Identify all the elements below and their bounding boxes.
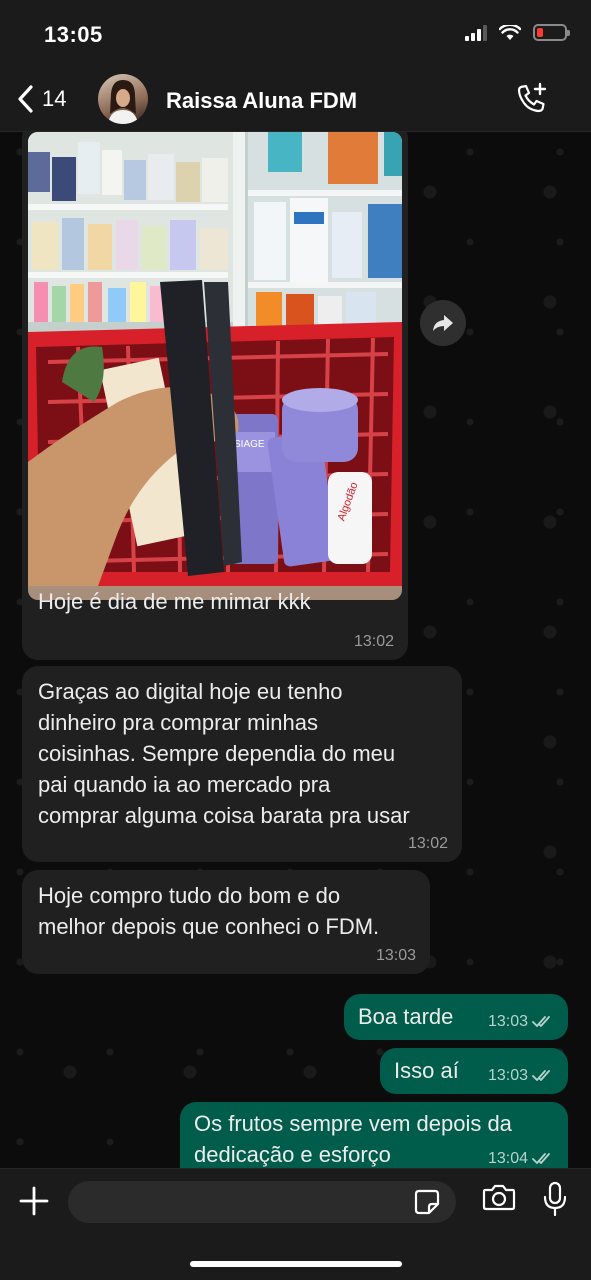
cellular-signal-icon — [465, 24, 487, 41]
message-time-status: 13:04 — [488, 1150, 554, 1168]
chat-header: 14 Raissa Aluna FDM — [0, 70, 591, 132]
avatar-photo — [108, 80, 138, 124]
image-caption: Hoje é dia de me mimar kkk — [38, 589, 311, 614]
message-line: Os frutos sempre vem depois da — [194, 1111, 512, 1136]
voice-message-button[interactable] — [542, 1181, 568, 1222]
read-ticks-icon — [532, 1070, 550, 1081]
avatar[interactable] — [98, 74, 148, 124]
camera-icon — [482, 1184, 516, 1211]
message-line: dedicação e esforço — [194, 1142, 391, 1167]
message-body: Hoje compro tudo do bom e do melhor depo… — [38, 880, 379, 942]
phone-add-icon — [517, 82, 547, 113]
chevron-left-icon — [18, 85, 33, 113]
status-time: 13:05 — [44, 22, 103, 47]
back-button[interactable]: 14 — [16, 84, 66, 114]
product-label-siage: SIAGE — [234, 439, 265, 450]
message-text: Isso aí — [394, 1058, 459, 1083]
sent-message[interactable]: Boa tarde 13:03 — [344, 994, 568, 1040]
message-line: coisinhas. Sempre dependia do meu — [38, 741, 396, 766]
message-time: 13:02 — [407, 835, 448, 852]
message-time-status: 13:03 — [488, 1067, 554, 1085]
image-message[interactable]: SIAGE Algodão Hoje é dia de me mimar kkk… — [22, 132, 408, 660]
message-input-wrapper — [68, 1181, 456, 1223]
sticker-icon — [414, 1189, 440, 1215]
add-call-button[interactable] — [515, 82, 549, 121]
message-line: dinheiro pra comprar minhas — [38, 710, 319, 735]
sticker-button[interactable] — [414, 1189, 440, 1220]
unread-count: 14 — [42, 86, 67, 111]
message-input[interactable] — [68, 1181, 398, 1223]
forward-button[interactable] — [420, 300, 466, 346]
attach-button[interactable] — [18, 1185, 50, 1222]
message-time: 13:03 — [375, 947, 416, 964]
message-line: Graças ao digital hoje eu tenho — [38, 679, 343, 704]
contact-name[interactable]: Raissa Aluna FDM — [166, 88, 357, 114]
read-ticks-icon — [532, 1016, 550, 1027]
shopping-photo: SIAGE Algodão — [28, 132, 402, 586]
camera-button[interactable] — [482, 1183, 516, 1216]
sent-message[interactable]: Isso aí 13:03 — [380, 1048, 568, 1094]
status-bar: 13:05 — [0, 0, 591, 70]
battery-icon — [533, 24, 570, 41]
message-body: Os frutos sempre vem depois da dedicação… — [194, 1108, 512, 1168]
wifi-icon — [499, 24, 521, 40]
message-text: Boa tarde — [358, 1004, 454, 1029]
message-line: Hoje compro tudo do bom e do — [38, 883, 341, 908]
message-time: 13:02 — [353, 633, 394, 650]
message-time: 13:03 — [487, 1013, 528, 1030]
forward-icon — [433, 315, 453, 331]
message-time: 13:04 — [487, 1150, 528, 1167]
text-message[interactable]: Hoje compro tudo do bom e do melhor depo… — [22, 870, 430, 974]
message-time-status: 13:03 — [488, 1013, 554, 1031]
message-line: pai quando ia ao mercado pra — [38, 772, 331, 797]
text-message[interactable]: Graças ao digital hoje eu tenho dinheiro… — [22, 666, 462, 862]
message-line: melhor depois que conheci o FDM. — [38, 914, 380, 939]
chat-area: SIAGE Algodão Hoje é dia de me mimar kkk… — [0, 132, 591, 1168]
status-icons — [465, 24, 570, 41]
sent-message[interactable]: Os frutos sempre vem depois da dedicação… — [180, 1102, 568, 1168]
message-line: comprar alguma coisa barata pra usar — [38, 803, 410, 828]
composer-bar — [0, 1168, 591, 1280]
home-indicator — [190, 1261, 402, 1267]
microphone-icon — [543, 1181, 567, 1217]
message-time: 13:03 — [487, 1067, 528, 1084]
message-body: Graças ao digital hoje eu tenho dinheiro… — [38, 676, 410, 831]
message-photo[interactable]: SIAGE Algodão — [28, 132, 402, 600]
read-ticks-icon — [532, 1153, 550, 1164]
plus-icon — [19, 1186, 49, 1216]
